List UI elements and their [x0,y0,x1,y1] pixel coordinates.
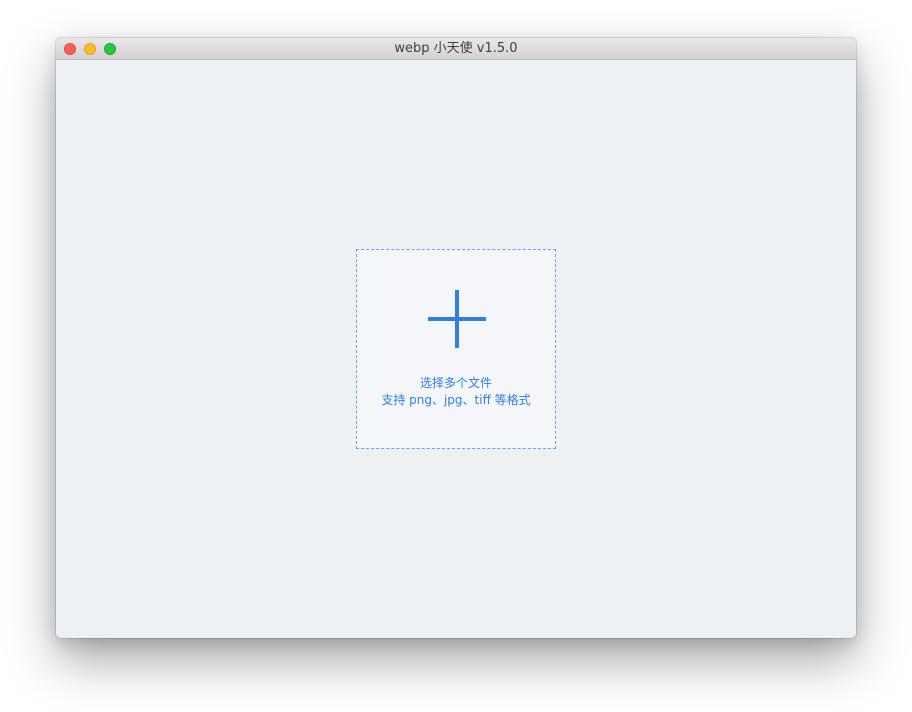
plus-icon [428,290,486,348]
file-dropzone[interactable]: 选择多个文件 支持 png、jpg、tiff 等格式 [356,249,556,449]
main-content: 选择多个文件 支持 png、jpg、tiff 等格式 [56,60,856,638]
title-bar[interactable]: webp 小天使 v1.5.0 [56,38,856,60]
select-files-label: 选择多个文件 [419,376,492,390]
window-title: webp 小天使 v1.5.0 [394,41,518,56]
app-window: webp 小天使 v1.5.0 选择多个文件 支持 png、jpg、tiff 等… [56,38,856,638]
plus-icon-vertical [455,290,459,348]
supported-formats-label: 支持 png、jpg、tiff 等格式 [381,393,531,407]
